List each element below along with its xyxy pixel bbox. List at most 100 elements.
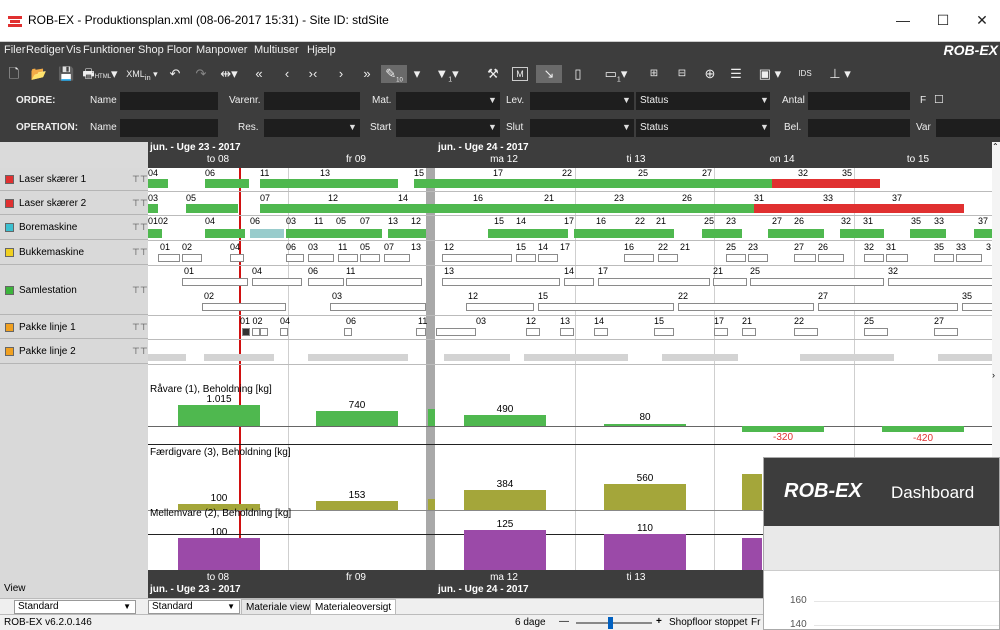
view-select-right[interactable]: Standard ▼	[148, 600, 240, 614]
list-icon[interactable]: ☰	[726, 65, 746, 83]
operation-bel-field[interactable]	[808, 119, 910, 137]
operation-box[interactable]	[678, 303, 814, 311]
order-name-field[interactable]	[120, 92, 218, 110]
operation-box[interactable]	[202, 303, 286, 311]
operation-box[interactable]	[338, 254, 358, 262]
scroll-up-icon[interactable]: ⌃	[992, 142, 999, 151]
order-lev-dropdown-icon[interactable]: ▼	[622, 95, 631, 105]
operation-box[interactable]	[260, 328, 268, 336]
order-lev-field[interactable]	[530, 92, 634, 110]
operation-box[interactable]	[598, 278, 710, 286]
operation-bar[interactable]	[205, 179, 249, 188]
stock-bar[interactable]	[604, 484, 686, 510]
operation-box[interactable]	[308, 254, 334, 262]
stock-bar[interactable]	[178, 405, 260, 426]
operation-box[interactable]	[242, 328, 250, 336]
operation-var-field[interactable]	[936, 119, 1000, 137]
operation-box[interactable]	[564, 278, 594, 286]
order-mat-dropdown-icon[interactable]: ▼	[488, 95, 497, 105]
operation-bar[interactable]	[148, 204, 158, 213]
open-folder-icon[interactable]: 📂	[30, 65, 48, 83]
zoom-out-button[interactable]: —	[559, 616, 569, 627]
link-tool-icon[interactable]: ↘	[536, 65, 562, 83]
operation-bar[interactable]	[388, 229, 426, 238]
center-icon[interactable]: ›‹	[302, 65, 324, 83]
stock-bar[interactable]	[882, 426, 964, 432]
operation-status-dropdown-icon[interactable]: ▼	[760, 122, 769, 132]
operation-box[interactable]	[436, 328, 476, 336]
operation-box[interactable]	[560, 328, 574, 336]
resource-laser-2[interactable]: Laser skærer 2 ⊤⊤	[0, 191, 148, 215]
dashboard-window[interactable]: ROB-EX Dashboard 160 140	[763, 457, 1000, 630]
operation-box[interactable]	[252, 328, 260, 336]
operation-box[interactable]	[714, 328, 728, 336]
resource-menu-icon[interactable]: ⊤⊤	[132, 198, 148, 209]
pakke2-bar[interactable]	[444, 354, 510, 361]
stock-bar[interactable]	[428, 409, 435, 426]
zoom-icon[interactable]: ⊕	[700, 65, 720, 83]
operation-box[interactable]	[624, 254, 654, 262]
pakke2-bar[interactable]	[308, 354, 408, 361]
device-icon[interactable]: ▯	[568, 65, 588, 83]
menu-filer[interactable]: Filer	[4, 44, 25, 56]
stock-bar[interactable]	[464, 530, 546, 570]
zoom-slider-track[interactable]	[576, 622, 652, 624]
operation-box[interactable]	[280, 328, 288, 336]
operation-box[interactable]	[182, 278, 248, 286]
operation-box[interactable]	[538, 254, 558, 262]
operation-slut-dropdown-icon[interactable]: ▼	[622, 122, 631, 132]
back-icon[interactable]: ‹	[278, 65, 296, 83]
operation-box[interactable]	[286, 254, 304, 262]
resource-menu-icon[interactable]: ⊤⊤	[132, 322, 148, 333]
resource-pakke-2[interactable]: Pakke linje 2 ⊤⊤	[0, 339, 148, 364]
menu-multiuser[interactable]: Multiuser	[254, 44, 299, 56]
menu-shop-floor[interactable]: Shop Floor	[138, 44, 192, 56]
pakke2-bar[interactable]	[662, 354, 738, 361]
operation-box[interactable]	[516, 254, 536, 262]
minimize-button[interactable]: —	[888, 9, 918, 31]
stock-bar[interactable]	[178, 538, 260, 570]
redo-icon[interactable]: ↷	[192, 65, 210, 83]
operation-box[interactable]	[308, 278, 344, 286]
order-varenr-field[interactable]	[264, 92, 360, 110]
stock-bar[interactable]	[742, 538, 762, 570]
operation-box[interactable]	[794, 328, 818, 336]
operation-box[interactable]	[466, 303, 534, 311]
operation-box[interactable]	[794, 254, 816, 262]
operation-box[interactable]	[330, 303, 426, 311]
operation-box[interactable]	[594, 328, 608, 336]
operation-bar[interactable]	[286, 229, 382, 238]
forward-icon[interactable]: ›	[332, 65, 350, 83]
resource-menu-icon[interactable]: ⊤⊤	[132, 222, 148, 233]
tab-materiale-view[interactable]: Materiale view	[241, 599, 315, 615]
resource-samlestation[interactable]: Samlestation ⊤⊤	[0, 265, 148, 315]
stock-bar[interactable]	[316, 411, 398, 426]
save-icon[interactable]: 💾	[58, 65, 74, 83]
operation-box[interactable]	[344, 328, 352, 336]
operation-box[interactable]	[888, 278, 1000, 286]
menu-hjaelp[interactable]: Hjælp	[307, 44, 336, 56]
operation-box[interactable]	[230, 254, 244, 262]
stock-bar[interactable]	[428, 499, 435, 510]
export-html-icon[interactable]: 🖶HTML▾	[82, 65, 118, 83]
operation-box[interactable]	[416, 328, 426, 336]
stock-bar[interactable]	[464, 415, 546, 426]
operation-bar[interactable]	[574, 229, 674, 238]
resource-bukkemaskine[interactable]: Bukkemaskine ⊤⊤	[0, 240, 148, 265]
order-mat-field[interactable]	[396, 92, 500, 110]
operation-bar[interactable]	[148, 179, 168, 188]
operation-box[interactable]	[934, 254, 954, 262]
zoom-slider-thumb[interactable]	[608, 617, 613, 629]
resource-laser-1[interactable]: Laser skærer 1 ⊤⊤	[0, 168, 148, 191]
pakke2-bar[interactable]	[800, 354, 894, 361]
import-xml-icon[interactable]: XMLin ▾	[122, 65, 162, 83]
operation-bar[interactable]	[414, 179, 772, 188]
operation-box[interactable]	[252, 278, 302, 286]
pakke2-bar[interactable]	[204, 354, 274, 361]
operation-bar[interactable]	[186, 204, 238, 213]
pick-tool-icon[interactable]: ✎10	[381, 65, 407, 84]
menu-funktioner[interactable]: Funktioner	[83, 44, 135, 56]
operation-box[interactable]	[526, 328, 540, 336]
menu-rediger[interactable]: Rediger	[26, 44, 65, 56]
fit-width-icon[interactable]: ⇹▾	[214, 65, 244, 83]
